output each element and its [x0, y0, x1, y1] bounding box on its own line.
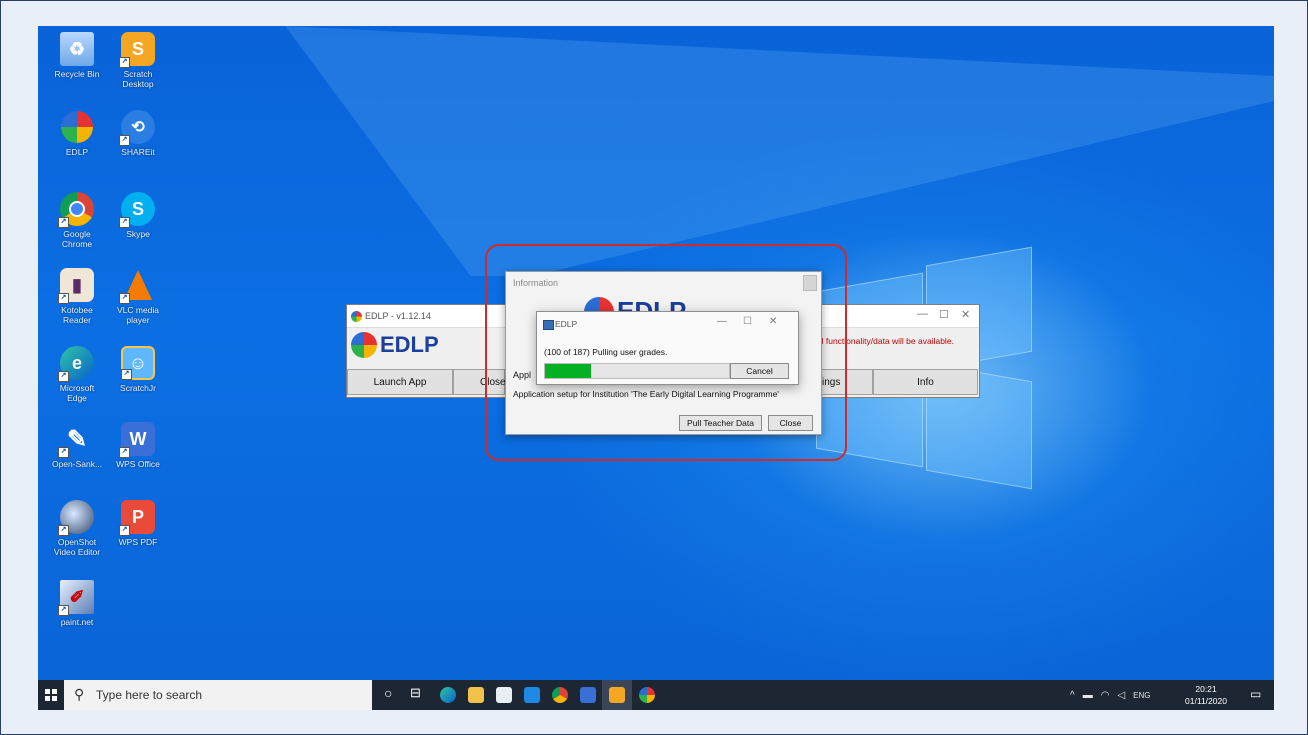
store-icon[interactable]: [496, 687, 512, 703]
close-icon[interactable]: ✕: [961, 308, 970, 321]
file-explorer-icon[interactable]: [468, 687, 484, 703]
open-sankore-icon: ✎ ↗: [58, 422, 94, 458]
desktop-icon-label: WPS Office: [116, 459, 160, 469]
clock-time: 20:21: [1195, 684, 1217, 694]
wps-pdf-icon: P ↗: [119, 500, 155, 536]
highlight-ring: [485, 244, 847, 461]
edlp-logo-swirl-icon: [351, 332, 377, 358]
desktop-icon-vlc[interactable]: ↗ VLC media player: [111, 268, 165, 325]
desktop-icon-scratch-desktop[interactable]: S ↗ Scratch Desktop: [111, 32, 165, 89]
desktop-icon-label: SHAREit: [121, 147, 155, 157]
maximize-icon[interactable]: ☐: [939, 308, 949, 321]
desktop-icon-paintnet[interactable]: ✐ ↗ paint.net: [50, 580, 104, 627]
scratch-desktop-icon: S ↗: [119, 32, 155, 68]
cortana-icon[interactable]: ○: [384, 685, 392, 701]
main-logo-text: EDLP: [380, 332, 439, 357]
main-edlp-logo: EDLP: [351, 332, 439, 358]
scratchjr-icon: ☺ ↗: [121, 346, 155, 380]
desktop-icon-microsoft-edge[interactable]: e ↗ Microsoft Edge: [50, 346, 104, 403]
search-placeholder: Type here to search: [96, 688, 203, 702]
desktop-icon-label: Open-Sank...: [51, 459, 103, 469]
desktop-icon-label: WPS PDF: [118, 537, 158, 547]
shareit-icon: ⟲ ↗: [119, 110, 155, 146]
desktop-icon-label: Recycle Bin: [54, 69, 100, 79]
recycle-bin-icon: ♻: [60, 32, 94, 66]
desktop-icon-label: OpenShot Video Editor: [53, 537, 101, 557]
desktop-icon-label: ScratchJr: [120, 383, 156, 393]
edlp-icon: [639, 687, 655, 703]
desktop-icon-label: EDLP: [65, 147, 89, 157]
desktop-icon-openshot[interactable]: ↗ OpenShot Video Editor: [50, 500, 104, 557]
notification-icon[interactable]: ▭: [1250, 687, 1261, 701]
wps-icon[interactable]: [580, 687, 596, 703]
desktop-icon-label: Google Chrome: [61, 229, 93, 249]
edge-icon: e ↗: [58, 346, 94, 382]
desktop-icon-edlp[interactable]: EDLP: [50, 110, 104, 157]
desktop-icon-wps-pdf[interactable]: P ↗ WPS PDF: [111, 500, 165, 547]
launch-app-button[interactable]: Launch App: [347, 369, 453, 395]
desktop-icon-google-chrome[interactable]: ↗ Google Chrome: [50, 192, 104, 249]
battery-icon[interactable]: ▬: [1083, 690, 1093, 701]
desktop-icon-skype[interactable]: S ↗ Skype: [111, 192, 165, 239]
task-view-icon[interactable]: ⊟: [410, 685, 421, 701]
skype-icon: S ↗: [119, 192, 155, 228]
paintnet-icon: ✐ ↗: [58, 580, 94, 616]
desktop-icon-recycle-bin[interactable]: ♻ Recycle Bin: [50, 32, 104, 79]
wps-office-icon: W ↗: [119, 422, 155, 458]
screenshot-frame: ♻ Recycle Bin EDLP ↗ Google Chrome ▮ ↗ Ko…: [0, 0, 1308, 735]
main-window-title: EDLP - v1.12.14: [365, 311, 431, 321]
minimize-icon[interactable]: —: [917, 308, 928, 320]
clock-date: 01/11/2020: [1185, 696, 1227, 706]
light-beam: [285, 26, 1274, 276]
desktop-icon-wps-office[interactable]: W ↗ WPS Office: [111, 422, 165, 469]
windows-start-icon[interactable]: [45, 689, 57, 701]
desktop-icon-label: paint.net: [60, 617, 94, 627]
desktop[interactable]: ♻ Recycle Bin EDLP ↗ Google Chrome ▮ ↗ Ko…: [38, 26, 1274, 710]
language-indicator[interactable]: ENG: [1133, 691, 1150, 700]
desktop-icon-open-sankore[interactable]: ✎ ↗ Open-Sank...: [50, 422, 104, 470]
desktop-icon-label: Skype: [126, 229, 150, 239]
clock[interactable]: 20:21 01/11/2020: [1178, 683, 1234, 707]
mail-icon[interactable]: [524, 687, 540, 703]
tray-chevron-icon[interactable]: ^: [1070, 690, 1075, 701]
desktop-icon-shareit[interactable]: ⟲ ↗ SHAREit: [111, 110, 165, 157]
taskbar: ⚲ Type here to search ○ ⊟ ^ ▬ ◠ ◁ ENG 20…: [38, 680, 1274, 710]
desktop-icon-label: Scratch Desktop: [122, 69, 154, 89]
scratch-icon: [609, 687, 625, 703]
volume-icon[interactable]: ◁: [1117, 690, 1125, 701]
info-button[interactable]: Info: [873, 369, 978, 395]
edlp-icon: [60, 110, 94, 144]
edlp-title-icon: [351, 310, 362, 322]
chrome-icon: ↗: [58, 192, 94, 228]
kotobee-icon: ▮ ↗: [58, 268, 94, 304]
edlp-app-slot[interactable]: [632, 680, 662, 710]
desktop-icon-scratchjr[interactable]: ☺ ↗ ScratchJr: [111, 346, 165, 393]
vlc-icon: ↗: [119, 268, 155, 304]
edge-icon[interactable]: [440, 687, 456, 703]
desktop-icon-label: VLC media player: [116, 305, 160, 325]
scratch-app-slot[interactable]: [602, 680, 632, 710]
chrome-icon[interactable]: [552, 687, 568, 703]
taskbar-search-box[interactable]: ⚲ Type here to search: [64, 680, 372, 710]
openshot-icon: ↗: [58, 500, 94, 536]
wifi-icon[interactable]: ◠: [1101, 690, 1110, 701]
desktop-icon-label: Microsoft Edge: [59, 383, 95, 403]
desktop-icon-kotobee-reader[interactable]: ▮ ↗ Kotobee Reader: [50, 268, 104, 325]
search-icon: ⚲: [74, 686, 85, 702]
system-tray[interactable]: ^ ▬ ◠ ◁ ENG: [1070, 680, 1150, 710]
desktop-icon-label: Kotobee Reader: [61, 305, 93, 325]
